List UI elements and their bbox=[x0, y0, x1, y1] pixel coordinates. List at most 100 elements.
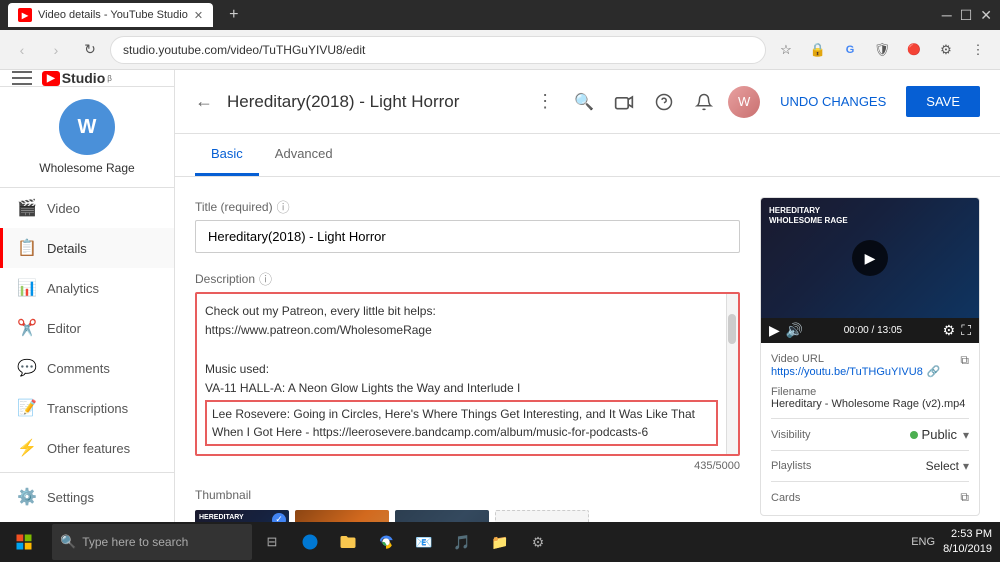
thumbnail-upload[interactable]: + Upload bbox=[495, 510, 589, 522]
channel-info: W Wholesome Rage bbox=[0, 87, 174, 188]
play-pause-button[interactable]: ▶ bbox=[769, 322, 780, 339]
header-avatar[interactable]: W bbox=[728, 86, 760, 118]
filename-row: Filename Hereditary - Wholesome Rage (v2… bbox=[771, 386, 969, 410]
minimize-button[interactable]: ─ bbox=[942, 7, 952, 23]
save-button[interactable]: SAVE bbox=[906, 86, 980, 117]
taskbar-chrome[interactable] bbox=[368, 524, 404, 560]
forward-nav-button[interactable]: › bbox=[42, 36, 70, 64]
extension-icon-1[interactable]: 🔒 bbox=[804, 36, 832, 64]
taskbar-clock: 2:53 PM 8/10/2019 bbox=[943, 527, 992, 558]
sidebar-item-settings[interactable]: ⚙️ Settings bbox=[0, 477, 174, 517]
channel-avatar: W bbox=[59, 99, 115, 155]
visibility-expand-icon[interactable]: ▾ bbox=[963, 428, 969, 442]
extension-icon-5[interactable]: ⚙ bbox=[932, 36, 960, 64]
tab-basic[interactable]: Basic bbox=[195, 134, 259, 176]
sidebar-item-details[interactable]: 📋 Details bbox=[0, 228, 174, 268]
more-options-icon[interactable]: ⋮ bbox=[536, 91, 554, 112]
visibility-value: Public bbox=[922, 427, 957, 442]
bookmark-icon[interactable]: ☆ bbox=[772, 36, 800, 64]
studio-logo-text: Studio bbox=[62, 70, 106, 86]
taskbar-system-tray: ENG bbox=[911, 536, 935, 548]
maximize-button[interactable]: ☐ bbox=[960, 7, 973, 24]
taskbar: 🔍 Type here to search ⊟ 📧 🎵 📁 ⚙ ENG 2:53… bbox=[0, 522, 1000, 562]
back-button[interactable]: ← bbox=[195, 91, 213, 112]
youtube-studio-logo: ▶ Studio β bbox=[42, 70, 112, 86]
taskbar-app-8[interactable]: ⚙ bbox=[520, 524, 556, 560]
title-input[interactable] bbox=[195, 220, 740, 253]
header-notification-icon[interactable] bbox=[688, 86, 720, 118]
taskbar-search[interactable]: 🔍 Type here to search bbox=[52, 524, 252, 560]
start-button[interactable] bbox=[0, 522, 48, 562]
close-button[interactable]: ✕ bbox=[980, 7, 992, 24]
taskbar-edge[interactable] bbox=[292, 524, 328, 560]
fullscreen-button[interactable]: ⛶ bbox=[961, 322, 971, 339]
video-thumbnail[interactable]: HEREDITARYWHOLESOME RAGE ▶ bbox=[761, 198, 979, 318]
settings-button[interactable]: ⚙ bbox=[943, 322, 956, 339]
url-copy-icon[interactable]: ⧉ bbox=[960, 353, 969, 368]
sidebar-item-other-features[interactable]: ⚡ Other features bbox=[0, 428, 174, 468]
description-scrollbar[interactable] bbox=[726, 294, 738, 454]
volume-button[interactable]: 🔊 bbox=[786, 322, 803, 339]
undo-changes-button[interactable]: UNDO CHANGES bbox=[768, 88, 898, 115]
tab-close-button[interactable]: ✕ bbox=[194, 9, 203, 22]
header-camera-icon[interactable] bbox=[608, 86, 640, 118]
details-icon: 📋 bbox=[17, 238, 37, 258]
sidebar-item-video[interactable]: 🎬 Video bbox=[0, 188, 174, 228]
sidebar-item-editor[interactable]: ✂️ Editor bbox=[0, 308, 174, 348]
extension-icon-4[interactable]: 🔴 bbox=[900, 36, 928, 64]
browser-tab[interactable]: ▶ Video details - YouTube Studio ✕ bbox=[8, 3, 213, 27]
description-info-icon[interactable]: ⓘ bbox=[259, 269, 272, 288]
form-area: Title (required) ⓘ Description ⓘ bbox=[175, 177, 1000, 522]
taskbar-app-6[interactable]: 🎵 bbox=[444, 524, 480, 560]
tab-advanced[interactable]: Advanced bbox=[259, 134, 349, 176]
sidebar-label-video: Video bbox=[47, 201, 80, 216]
sidebar-item-transcriptions[interactable]: 📝 Transcriptions bbox=[0, 388, 174, 428]
sidebar-navigation: 🎬 Video 📋 Details 📊 Analytics ✂️ Editor … bbox=[0, 188, 174, 522]
video-overlay: ▶ bbox=[761, 198, 979, 318]
playlists-row: Playlists Select ▾ bbox=[771, 450, 969, 473]
tab-favicon: ▶ bbox=[18, 8, 32, 22]
thumbnail-2[interactable] bbox=[295, 510, 389, 522]
taskbar-app-7[interactable]: 📁 bbox=[482, 524, 518, 560]
thumbnail-3[interactable] bbox=[395, 510, 489, 522]
extension-icon-3[interactable]: 🛡 bbox=[868, 36, 896, 64]
playlists-value-group: Select ▾ bbox=[926, 459, 969, 473]
reload-nav-button[interactable]: ↻ bbox=[76, 36, 104, 64]
address-bar[interactable] bbox=[110, 36, 766, 64]
thumbnail-1[interactable]: HEREDITARYWHOLESOMERAGE 13:06 ✓ bbox=[195, 510, 289, 522]
url-external-link-icon[interactable]: 🔗 bbox=[927, 365, 941, 378]
title-label-text: Title (required) bbox=[195, 200, 273, 214]
youtube-logo-icon: ▶ bbox=[42, 71, 60, 86]
channel-name: Wholesome Rage bbox=[12, 161, 162, 175]
form-right: HEREDITARYWHOLESOME RAGE ▶ ▶ 🔊 00:00 / 1… bbox=[760, 197, 980, 522]
sidebar-item-comments[interactable]: 💬 Comments bbox=[0, 348, 174, 388]
transcriptions-icon: 📝 bbox=[17, 398, 37, 418]
browser-menu-icon[interactable]: ⋮ bbox=[964, 36, 992, 64]
header-help-icon[interactable] bbox=[648, 86, 680, 118]
taskbar-app-5[interactable]: 📧 bbox=[406, 524, 442, 560]
filename-value: Hereditary - Wholesome Rage (v2).mp4 bbox=[771, 398, 965, 410]
taskbar-icons: 🔍 Type here to search ⊟ 📧 🎵 📁 ⚙ bbox=[48, 524, 560, 560]
cards-external-link-icon[interactable]: ⧉ bbox=[960, 490, 969, 505]
visibility-badge: Public bbox=[910, 427, 957, 442]
back-nav-button[interactable]: ‹ bbox=[8, 36, 36, 64]
new-tab-button[interactable]: + bbox=[221, 6, 246, 24]
vc-right-controls: ⚙ ⛶ bbox=[943, 322, 971, 339]
extension-icon-2[interactable]: G bbox=[836, 36, 864, 64]
sidebar-item-analytics[interactable]: 📊 Analytics bbox=[0, 268, 174, 308]
taskbar-right: ENG 2:53 PM 8/10/2019 bbox=[911, 527, 1000, 558]
sidebar-hamburger[interactable] bbox=[12, 71, 32, 85]
video-time: 00:00 / 13:05 bbox=[809, 325, 936, 336]
taskbar-explorer[interactable] bbox=[330, 524, 366, 560]
description-field-group: Description ⓘ Check out my Patreon, ever… bbox=[195, 269, 740, 472]
header-search-icon[interactable]: 🔍 bbox=[568, 86, 600, 118]
description-label: Description ⓘ bbox=[195, 269, 740, 288]
video-url-text[interactable]: https://youtu.be/TuTHGuYIVU8 bbox=[771, 366, 923, 378]
title-info-icon[interactable]: ⓘ bbox=[277, 197, 290, 216]
visibility-value-group: Public ▾ bbox=[910, 427, 969, 442]
title-field-group: Title (required) ⓘ bbox=[195, 197, 740, 253]
sidebar-label-transcriptions: Transcriptions bbox=[47, 401, 128, 416]
playlists-expand-icon[interactable]: ▾ bbox=[963, 459, 969, 473]
play-button[interactable]: ▶ bbox=[852, 240, 888, 276]
taskbar-task-view[interactable]: ⊟ bbox=[254, 524, 290, 560]
